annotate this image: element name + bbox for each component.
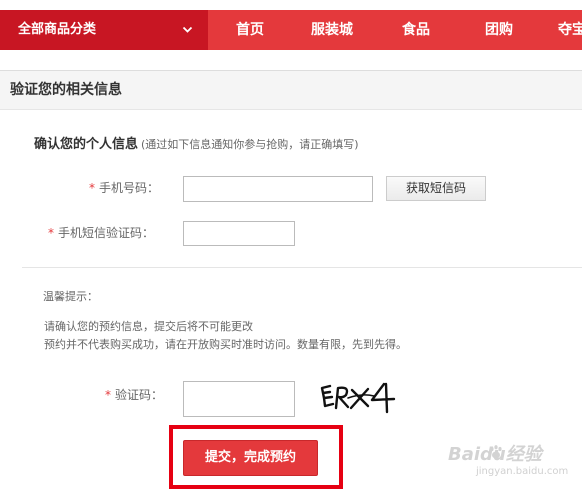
- captcha-label-text: 验证码：: [115, 388, 164, 402]
- nav-item-group-buy[interactable]: 团购: [485, 10, 513, 50]
- watermark-url: jingyan.baidu.com: [476, 466, 569, 477]
- chevron-down-icon: [182, 26, 193, 33]
- nav-item-clothing[interactable]: 服装城: [311, 10, 353, 50]
- captcha-image[interactable]: [318, 378, 402, 418]
- section-header: 验证您的相关信息: [0, 71, 582, 110]
- all-categories-label: 全部商品分类: [18, 22, 97, 37]
- personal-info-hint: (通过如下信息通知你参与抢购，请正确填写): [141, 138, 359, 151]
- sms-code-label: * 手机短信验证码：: [48, 223, 154, 243]
- section-divider: [22, 267, 582, 268]
- phone-input[interactable]: [183, 176, 373, 202]
- required-star: *: [105, 388, 111, 402]
- phone-label-text: 手机号码：: [99, 181, 160, 195]
- personal-info-title: 确认您的个人信息: [34, 137, 139, 152]
- captcha-label: * 验证码：: [105, 385, 163, 405]
- nav-item-home[interactable]: 首页: [236, 10, 264, 50]
- sms-code-label-text: 手机短信验证码：: [58, 226, 155, 240]
- tip-line: 预约并不代表购买成功，请在开放购买时准时访问。数量有限，先到先得。: [44, 338, 407, 351]
- submit-reservation-button[interactable]: 提交，完成预约: [183, 440, 318, 476]
- required-star: *: [48, 226, 54, 240]
- nav-item-food[interactable]: 食品: [402, 10, 430, 50]
- required-star: *: [89, 181, 95, 195]
- sms-code-input[interactable]: [183, 221, 295, 246]
- captcha-input[interactable]: [183, 381, 295, 417]
- section-title: 验证您的相关信息: [10, 82, 122, 98]
- phone-label: * 手机号码：: [89, 178, 159, 198]
- top-nav: 全部商品分类 首页 服装城 食品 团购 夺宝: [0, 10, 582, 50]
- get-sms-code-button[interactable]: 获取短信码: [386, 176, 486, 201]
- personal-info-heading: 确认您的个人信息 (通过如下信息通知你参与抢购，请正确填写): [34, 133, 359, 152]
- tip-line: 请确认您的预约信息，提交后将不可能更改: [44, 320, 253, 333]
- paw-icon: [490, 445, 502, 459]
- tips-title: 温馨提示：: [43, 290, 98, 303]
- baidu-jingyan-watermark: Baidu经验 jingyan.baidu.com: [448, 440, 569, 486]
- all-categories-menu[interactable]: 全部商品分类: [0, 10, 208, 50]
- nav-item-treasure[interactable]: 夺宝: [558, 10, 582, 50]
